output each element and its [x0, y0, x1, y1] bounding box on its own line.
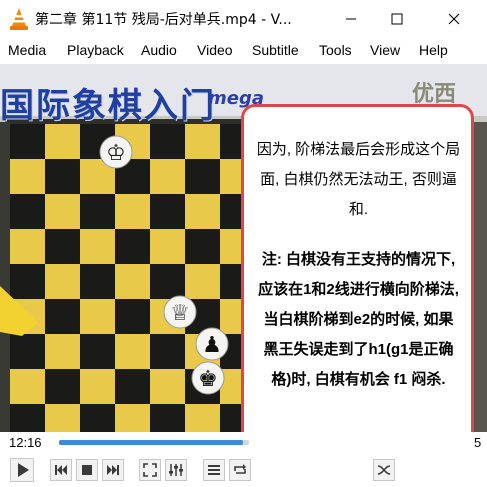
annotation-box: 因为, 阶梯法最后会形成这个局面, 白棋仍然无法动王, 否则逼和. 注: 白棋没… [241, 104, 474, 473]
vlc-cone-icon [10, 8, 28, 30]
previous-icon [50, 459, 72, 481]
svg-text:♕: ♕ [170, 301, 190, 326]
black-pawn-piece: ♟ [195, 327, 229, 361]
previous-button[interactable] [49, 458, 73, 482]
menu-tools[interactable]: Tools [319, 42, 352, 58]
menu-audio[interactable]: Audio [141, 42, 177, 58]
close-button[interactable] [420, 0, 487, 38]
loop-button[interactable] [228, 458, 252, 482]
seek-progress [59, 440, 244, 445]
white-king-piece: ♔ [99, 135, 133, 169]
playback-toolbar [0, 453, 487, 487]
menu-media[interactable]: Media [8, 42, 46, 58]
play-button[interactable] [7, 455, 37, 485]
playlist-button[interactable] [202, 458, 226, 482]
menu-bar: Media Playback Audio Video Subtitle Tool… [0, 38, 487, 64]
playlist-icon [203, 459, 225, 481]
white-queen-piece: ♕ [163, 295, 197, 329]
next-button[interactable] [101, 458, 125, 482]
play-icon [10, 458, 34, 482]
seek-slider[interactable] [59, 440, 249, 445]
close-icon [448, 13, 459, 25]
loop-icon [229, 459, 251, 481]
minimize-icon [346, 18, 356, 20]
menu-playback[interactable]: Playback [67, 42, 124, 58]
fullscreen-button[interactable] [138, 458, 162, 482]
extended-settings-button[interactable] [164, 458, 188, 482]
stop-button[interactable] [75, 458, 99, 482]
svg-text:♔: ♔ [106, 141, 126, 166]
total-time: 5 [474, 435, 482, 450]
maximize-icon [391, 13, 403, 25]
annotation-paragraph-1: 因为, 阶梯法最后会形成这个局面, 白棋仍然无法动王, 否则逼和. [256, 141, 461, 218]
random-button[interactable] [372, 458, 396, 482]
title-bar: 第二章 第11节 残局-后对单兵.mp4 - V... [0, 0, 487, 38]
extended-settings-icon [165, 459, 187, 481]
random-icon [373, 459, 395, 481]
video-banner-text: 国际象棋入门 [0, 86, 216, 126]
menu-subtitle[interactable]: Subtitle [252, 42, 299, 58]
elapsed-time: 12:16 [9, 435, 42, 450]
time-bar: 12:16 5 [0, 432, 487, 453]
minimize-button[interactable] [328, 0, 374, 38]
maximize-button[interactable] [374, 0, 420, 38]
menu-view[interactable]: View [370, 42, 400, 58]
black-king-piece: ♚ [191, 361, 225, 395]
stop-icon [76, 459, 98, 481]
window-title: 第二章 第11节 残局-后对单兵.mp4 - V... [35, 12, 292, 28]
fullscreen-icon [139, 459, 161, 481]
annotation-paragraph-2: 注: 白棋没有王支持的情况下, 应该在1和2线进行横向阶梯法, 当白棋阶梯到e2… [258, 251, 459, 388]
svg-text:♚: ♚ [198, 367, 218, 392]
svg-text:♟: ♟ [202, 333, 222, 358]
menu-help[interactable]: Help [419, 42, 448, 58]
next-icon [102, 459, 124, 481]
menu-video[interactable]: Video [197, 42, 233, 58]
